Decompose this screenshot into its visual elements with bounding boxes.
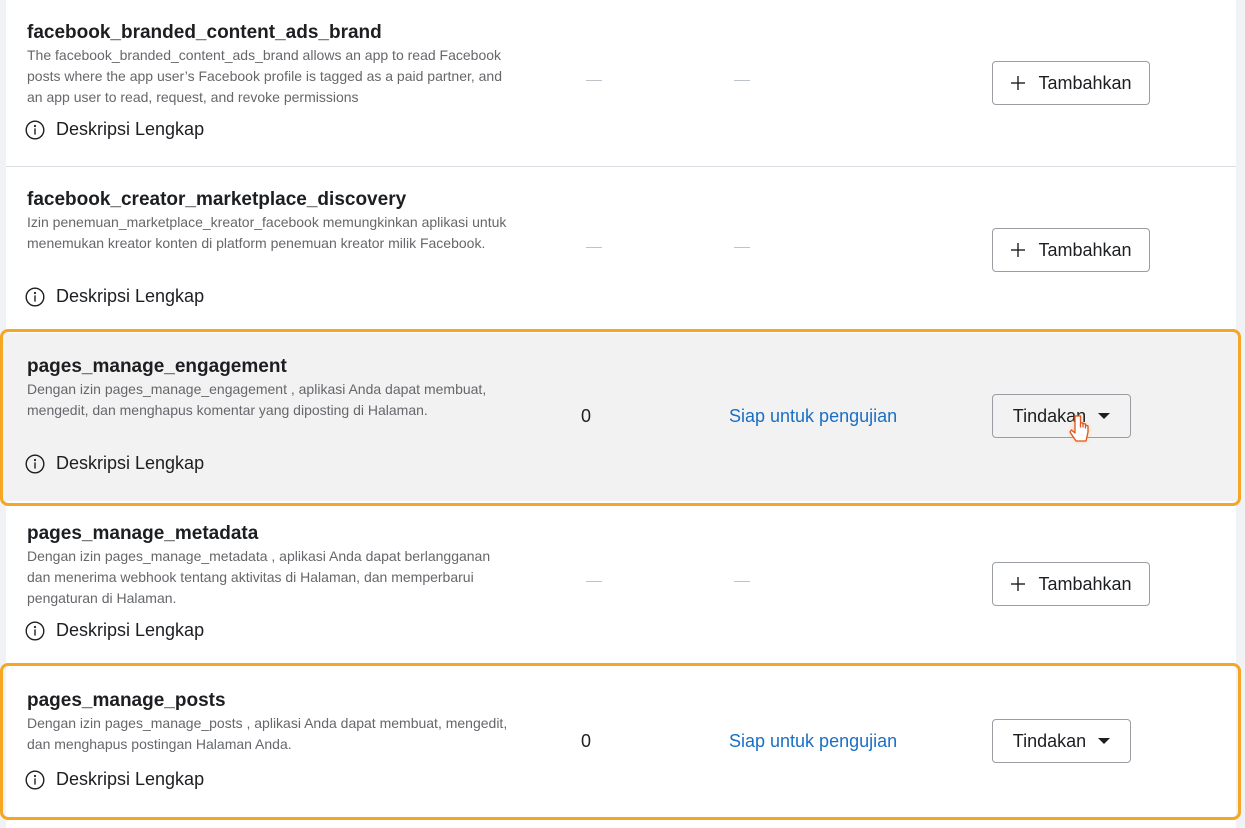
permission-row-facebook-branded-content-ads-brand: facebook_branded_content_ads_brand The f… xyxy=(6,0,1236,167)
action-dropdown-button[interactable]: Tindakan xyxy=(992,394,1131,438)
full-description-link[interactable]: Deskripsi Lengkap xyxy=(25,453,204,474)
test-call-count: 0 xyxy=(581,731,592,751)
permission-description: Dengan izin pages_manage_posts , aplikas… xyxy=(27,715,508,752)
status-empty-dash xyxy=(734,581,750,582)
permission-name: facebook_branded_content_ads_brand xyxy=(27,22,382,43)
add-button[interactable]: Tambahkan xyxy=(992,228,1150,272)
info-icon xyxy=(25,453,45,474)
full-description-label: Deskripsi Lengkap xyxy=(56,769,205,789)
action-dropdown-button[interactable]: Tindakan xyxy=(992,719,1131,763)
full-description-label: Deskripsi Lengkap xyxy=(56,620,205,640)
action-button-label: Tindakan xyxy=(1012,405,1087,426)
permission-name: facebook_creator_marketplace_discovery xyxy=(27,189,407,210)
permission-description: Dengan izin pages_manage_metadata , apli… xyxy=(27,548,491,606)
info-icon xyxy=(25,769,45,790)
add-button-label: Tambahkan xyxy=(1038,72,1132,93)
full-description-link[interactable]: Deskripsi Lengkap xyxy=(25,620,204,641)
full-description-label: Deskripsi Lengkap xyxy=(56,119,205,139)
status-empty-dash xyxy=(734,247,750,248)
info-icon xyxy=(25,119,45,140)
add-button-label: Tambahkan xyxy=(1038,573,1132,594)
action-button-label: Tindakan xyxy=(1012,730,1087,751)
permission-row-pages-manage-engagement: pages_manage_engagement Dengan izin page… xyxy=(6,333,1236,501)
add-button[interactable]: Tambahkan xyxy=(992,562,1150,606)
permission-description: The facebook_branded_content_ads_brand a… xyxy=(27,47,503,105)
full-description-link[interactable]: Deskripsi Lengkap xyxy=(25,769,204,790)
caret-down-icon xyxy=(1098,738,1111,744)
test-count-empty-dash xyxy=(586,581,602,582)
status-ready-for-testing-link[interactable]: Siap untuk pengujian xyxy=(729,406,897,427)
page: facebook_branded_content_ads_brand The f… xyxy=(0,0,1245,828)
full-description-link[interactable]: Deskripsi Lengkap xyxy=(25,286,204,307)
full-description-label: Deskripsi Lengkap xyxy=(56,286,205,306)
add-button-label: Tambahkan xyxy=(1038,239,1132,260)
caret-down-icon xyxy=(1098,413,1111,419)
plus-icon xyxy=(1010,576,1026,592)
info-icon xyxy=(25,286,45,307)
test-count-empty-dash xyxy=(586,247,602,248)
test-call-count: 0 xyxy=(581,406,592,426)
permission-row-pages-manage-posts: pages_manage_posts Dengan izin pages_man… xyxy=(6,667,1236,815)
permission-name: pages_manage_posts xyxy=(27,690,226,711)
test-count-empty-dash xyxy=(586,80,602,81)
permission-row-pages-manage-metadata: pages_manage_metadata Dengan izin pages_… xyxy=(6,501,1236,663)
permission-name: pages_manage_metadata xyxy=(27,523,259,544)
status-empty-dash xyxy=(734,80,750,81)
add-button[interactable]: Tambahkan xyxy=(992,61,1150,105)
full-description-link[interactable]: Deskripsi Lengkap xyxy=(25,119,204,140)
info-icon xyxy=(25,620,45,641)
full-description-label: Deskripsi Lengkap xyxy=(56,453,205,473)
permission-description: Dengan izin pages_manage_engagement , ap… xyxy=(27,381,487,418)
permission-description: Izin penemuan_marketplace_kreator_facebo… xyxy=(27,214,507,251)
permission-row-facebook-creator-marketplace-discovery: facebook_creator_marketplace_discovery I… xyxy=(6,167,1236,329)
plus-icon xyxy=(1010,242,1026,258)
status-ready-for-testing-link[interactable]: Siap untuk pengujian xyxy=(729,731,897,752)
permission-name: pages_manage_engagement xyxy=(27,356,287,377)
plus-icon xyxy=(1010,75,1026,91)
